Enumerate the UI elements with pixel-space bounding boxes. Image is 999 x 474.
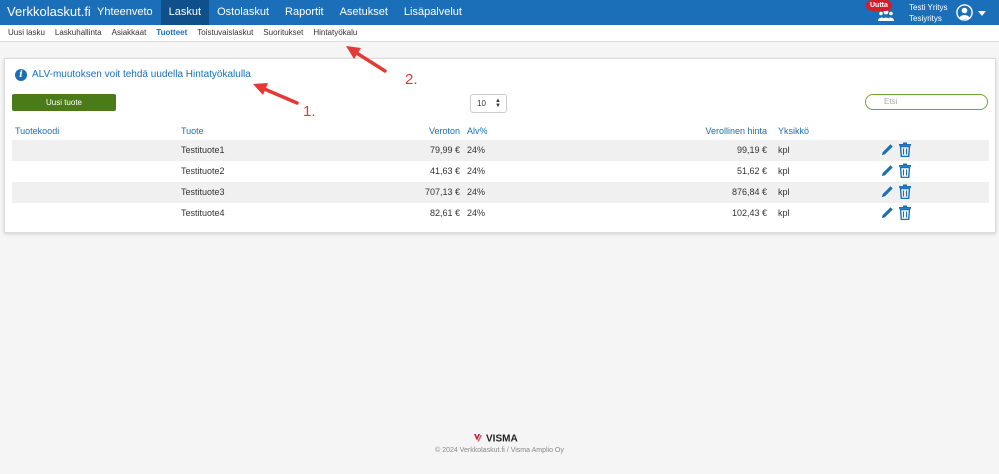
subnav-suoritukset[interactable]: Suoritukset [258,25,308,41]
vat-info-link[interactable]: ALV-muutoksen voit tehdä uudella Hintaty… [32,69,251,80]
cell-net: 41,63 € [429,166,460,176]
nav-raportit[interactable]: Raportit [277,0,332,25]
cell-unit: kpl [778,187,790,197]
subnav-tuotteet[interactable]: Tuotteet [151,25,192,41]
visma-logo-text: VISMA [486,434,518,445]
table-row[interactable]: Testituote4 82,61 € 24% 102,43 € kpl [12,203,989,224]
cell-gross: 99,19 € [736,145,767,155]
col-tuotekoodi[interactable]: Tuotekoodi [15,126,59,136]
company-name: Tesiyritys [909,14,942,23]
nav-asetukset[interactable]: Asetukset [332,0,396,25]
cell-unit: kpl [778,145,790,155]
table-header: Tuotekoodi Tuote Veroton Alv% Verollinen… [12,124,989,140]
search-input[interactable]: Etsi [865,94,988,110]
cell-vat: 24% [467,166,486,176]
cell-net: 82,61 € [429,208,460,218]
subnav-asiakkaat[interactable]: Asiakkaat [107,25,152,41]
cell-vat: 24% [467,187,486,197]
nav-yhteenveto[interactable]: Yhteenveto [89,0,161,25]
trash-icon[interactable] [898,205,912,220]
subnav-hintatyokalu[interactable]: Hintatyökalu [308,25,362,41]
cell-product: Testituote3 [181,187,225,197]
nav-lisapalvelut[interactable]: Lisäpalvelut [396,0,470,25]
cell-gross: 51,62 € [736,166,767,176]
products-table: Tuotekoodi Tuote Veroton Alv% Verollinen… [12,124,989,224]
subnav-laskuhallinta[interactable]: Laskuhallinta [50,25,107,41]
cell-net: 79,99 € [429,145,460,155]
sort-caret-icon: ▲ ▼ [495,98,501,109]
annotation-label-2: 2. [405,71,418,88]
cell-vat: 24% [467,145,486,155]
cell-product: Testituote4 [181,208,225,218]
footer-copyright: © 2024 Verkkolaskut.fi / Visma Amplio Oy [435,447,564,454]
table-row[interactable]: Testituote1 79,99 € 24% 99,19 € kpl [12,140,989,161]
new-badge[interactable]: Uutta [866,0,892,11]
nav-laskut[interactable]: Laskut [160,0,210,25]
user-circle-icon[interactable] [956,4,973,21]
top-bar: Verkkolaskut.fi Yhteenveto Laskut Ostola… [0,0,999,25]
col-verollinen-hinta[interactable]: Verollinen hinta [705,126,767,136]
nav-ostolaskut[interactable]: Ostolaskut [209,0,277,25]
cell-gross: 876,84 € [731,187,767,197]
cell-unit: kpl [778,208,790,218]
trash-icon[interactable] [898,184,912,199]
page-size-select[interactable]: 10 ▲ ▼ [470,94,507,113]
cell-unit: kpl [778,166,790,176]
subnav-toistuvaislaskut[interactable]: Toistuvaislaskut [192,25,258,41]
products-card: i ALV-muutoksen voit tehdä uudella Hinta… [4,58,996,233]
col-yksikko[interactable]: Yksikkö [778,126,809,136]
table-row[interactable]: Testituote3 707,13 € 24% 876,84 € kpl [12,182,989,203]
col-veroton[interactable]: Veroton [429,126,460,136]
chevron-down-icon[interactable] [978,11,986,16]
cell-product: Testituote1 [181,145,225,155]
annotation-label-1: 1. [303,103,316,120]
page-size-value: 10 [477,99,486,108]
trash-icon[interactable] [898,142,912,157]
cell-gross: 102,43 € [731,208,767,218]
new-product-button[interactable]: Uusi tuote [12,94,116,111]
user-name: Testi Yritys [909,3,948,12]
cell-vat: 24% [467,208,486,218]
trash-icon[interactable] [898,163,912,178]
subnav-uusi-lasku[interactable]: Uusi lasku [3,25,50,41]
info-icon: i [15,69,27,81]
pencil-icon[interactable] [881,143,894,156]
sub-nav: Uusi lasku Laskuhallinta Asiakkaat Tuott… [0,25,999,42]
visma-logo: VISMA [474,434,518,445]
table-row[interactable]: Testituote2 41,63 € 24% 51,62 € kpl [12,161,989,182]
cell-net: 707,13 € [424,187,460,197]
col-tuote[interactable]: Tuote [181,126,204,136]
main-nav: Yhteenveto Laskut Ostolaskut Raportit As… [89,0,470,25]
brand-logo[interactable]: Verkkolaskut.fi [7,4,91,19]
pencil-icon[interactable] [881,206,894,219]
col-alv[interactable]: Alv% [467,126,488,136]
pencil-icon[interactable] [881,185,894,198]
pencil-icon[interactable] [881,164,894,177]
cell-product: Testituote2 [181,166,225,176]
